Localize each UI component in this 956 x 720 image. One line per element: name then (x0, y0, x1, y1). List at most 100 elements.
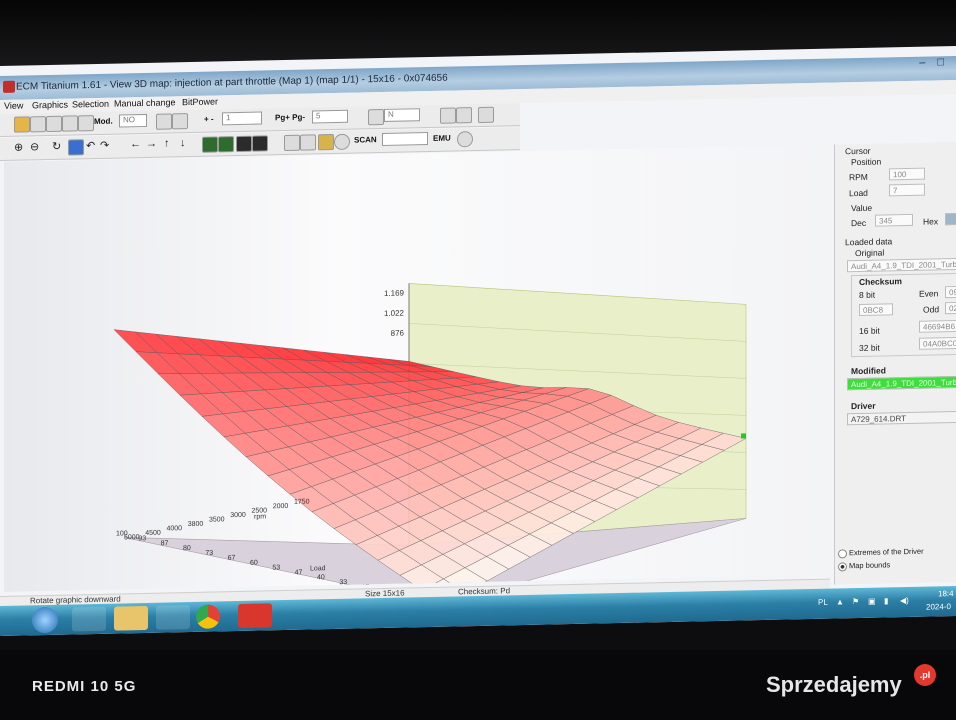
zoom-out-icon[interactable]: ⊖ (30, 140, 39, 153)
position-heading: Position (851, 156, 882, 168)
value-heading: Value (851, 202, 873, 214)
explorer-icon[interactable] (114, 605, 148, 631)
minimize-button[interactable]: – (919, 57, 925, 69)
volume-icon[interactable]: ◀) (900, 596, 909, 605)
8bit-label: 8 bit (859, 289, 876, 301)
rotate-icon[interactable]: ↻ (52, 140, 61, 153)
rpm-tick-label: 2000 (273, 503, 289, 510)
driver-heading: Driver (851, 400, 876, 412)
search-map-icon[interactable] (318, 134, 334, 151)
dec-field[interactable]: 345 (875, 213, 913, 227)
page-step-input[interactable]: 5 (312, 109, 348, 124)
media-player-icon[interactable] (156, 605, 190, 630)
scan-dropdown[interactable] (382, 132, 428, 146)
redo-icon[interactable]: ↷ (100, 139, 109, 152)
chrome-icon[interactable] (196, 604, 220, 629)
cell-select-icon[interactable] (202, 136, 218, 153)
cursor-heading: Cursor (845, 145, 871, 157)
checksum-heading: Checksum (859, 276, 902, 288)
extremes-radio[interactable] (838, 549, 847, 559)
help-icon[interactable] (68, 139, 84, 156)
map-bounds-radio[interactable] (838, 562, 847, 572)
rpm-field[interactable]: 100 (889, 167, 925, 181)
map-bounds-label: Map bounds (849, 560, 891, 571)
hex-field[interactable] (945, 212, 956, 226)
rpm-label: RPM (849, 171, 868, 183)
menu-view[interactable]: View (4, 101, 23, 111)
driver-field: A729_614.DRT (847, 410, 956, 426)
load-tick-label: 47 (295, 569, 303, 576)
zoom-in-icon[interactable]: ⊕ (14, 141, 23, 154)
32bit-field: 04A0BC0 (919, 336, 956, 350)
arrow-up-icon[interactable]: ↑ (164, 137, 170, 149)
export-icon[interactable] (172, 113, 188, 130)
load-tick-label: 53 (272, 564, 280, 571)
page-label[interactable]: Pg+ Pg- (275, 113, 305, 123)
menu-manual-change[interactable]: Manual change (114, 97, 176, 108)
properties-icon[interactable] (478, 106, 494, 123)
clock-date[interactable]: 2024-0 (926, 602, 951, 612)
even-field: 09 (945, 285, 956, 299)
rpm-tick-label: 3800 (188, 521, 204, 528)
list-icon[interactable] (62, 115, 78, 132)
undo-icon[interactable]: ↶ (86, 139, 95, 152)
emu-icon[interactable] (457, 131, 473, 148)
target-icon[interactable] (334, 133, 350, 151)
step-input[interactable]: 1 (222, 111, 262, 126)
modified-file-field: Audi_A4_1.9_TDI_2001_Turbo (847, 375, 956, 391)
original-heading: Original (855, 247, 885, 259)
open-file-icon[interactable] (14, 116, 30, 133)
maximize-button[interactable]: □ (937, 56, 944, 68)
battery-icon[interactable]: ▮ (884, 596, 888, 605)
16bit-label: 16 bit (859, 325, 880, 337)
odd-label: Odd (923, 304, 940, 315)
block-select-icon[interactable] (236, 135, 252, 153)
menu-bitpower[interactable]: BitPower (182, 96, 218, 107)
window-icon[interactable] (78, 115, 94, 132)
language-indicator[interactable]: PL (818, 598, 828, 607)
menu-graphics[interactable]: Graphics (32, 100, 68, 111)
flag-icon[interactable]: ⚑ (852, 597, 859, 606)
menu-selection[interactable]: Selection (72, 99, 109, 110)
load-field[interactable]: 7 (889, 183, 925, 197)
tray-arrow-icon[interactable]: ▲ (836, 597, 844, 606)
mod-field[interactable]: NO (119, 113, 147, 128)
load-tick-label: 40 (317, 574, 325, 581)
load-tick-label: 33 (339, 579, 347, 586)
row-select-icon[interactable] (218, 136, 234, 153)
calculator-icon[interactable] (284, 134, 300, 152)
view-2d-icon[interactable] (440, 107, 456, 124)
site-watermark: Sprzedajemy (766, 672, 902, 697)
clock-time[interactable]: 18:4 (938, 589, 954, 598)
scan-label[interactable]: SCAN (354, 135, 377, 144)
view-3d-icon[interactable] (456, 107, 472, 124)
8bit-field: 0BC8 (859, 303, 893, 317)
grid-select-icon[interactable] (252, 135, 268, 152)
arrow-down-icon[interactable]: ↓ (180, 137, 186, 149)
network-icon[interactable]: ▣ (868, 597, 876, 606)
lock-icon[interactable] (300, 134, 316, 151)
hex-label: Hex (923, 216, 939, 227)
ecm-titanium-task[interactable] (238, 603, 272, 629)
table-icon[interactable] (368, 108, 384, 126)
map-icon[interactable] (156, 113, 172, 130)
load-label: Load (849, 187, 868, 199)
ie-icon[interactable] (72, 606, 106, 632)
modified-heading: Modified (851, 365, 886, 377)
window-title: ECM Titanium 1.61 - View 3D map: injecti… (16, 72, 448, 93)
save-icon[interactable] (30, 116, 46, 133)
load-tick-label: 80 (183, 545, 191, 552)
16bit-field: 46694B6 (919, 319, 956, 333)
load-tick-label: 87 (161, 540, 169, 547)
3d-map-viewport[interactable]: 1.169 1.022 876 5000 4500 4000 3800 3500 3000 250… (4, 144, 832, 592)
emu-label[interactable]: EMU (433, 134, 451, 143)
3d-surface-chart[interactable]: 1.1691.022876500045004000380035003000250… (4, 145, 832, 592)
n-input[interactable]: N (384, 108, 420, 122)
arrow-left-icon[interactable]: ← (130, 138, 141, 150)
load-tick-label: 73 (205, 550, 213, 557)
start-button[interactable] (32, 606, 58, 634)
odd-field: 02 (945, 301, 956, 315)
plus-minus-label[interactable]: + - (204, 115, 214, 124)
database-icon[interactable] (46, 115, 62, 133)
arrow-right-icon[interactable]: → (146, 138, 157, 150)
